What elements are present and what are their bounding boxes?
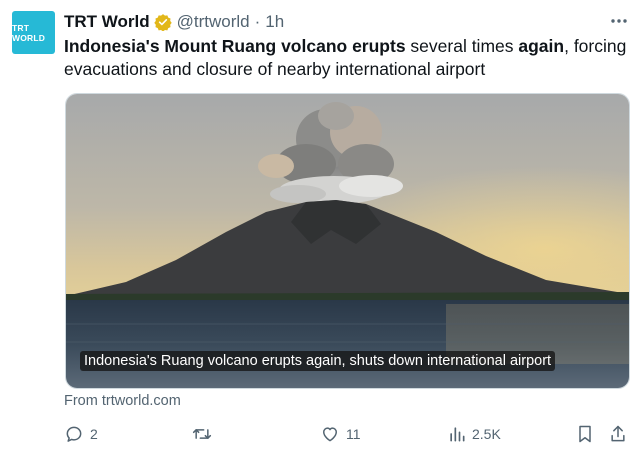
reply-icon (64, 424, 84, 444)
retweet-icon (191, 424, 213, 444)
bookmark-icon (576, 424, 594, 444)
media-card[interactable]: Indonesia's Ruang volcano erupts again, … (65, 93, 630, 389)
action-bar: 2 11 2.5K (64, 424, 630, 446)
bookmark-button[interactable] (576, 424, 594, 444)
more-options-icon[interactable] (610, 11, 628, 35)
volcano-photo (66, 94, 629, 388)
retweet-button[interactable] (191, 424, 219, 444)
analytics-icon (448, 424, 466, 444)
user-handle[interactable]: @trtworld (177, 12, 250, 32)
like-button[interactable]: 11 (320, 424, 361, 444)
timestamp[interactable]: 1h (265, 12, 284, 32)
link-source[interactable]: From trtworld.com (64, 393, 181, 409)
reply-count: 2 (90, 426, 98, 442)
tweet-text-plain-1: several times (405, 36, 519, 56)
tweet-text-bold-1: Indonesia's Mount Ruang volcano erupts (64, 36, 406, 56)
reply-button[interactable]: 2 (64, 424, 98, 444)
tweet-header: TRT World @trtworld · 1h (64, 11, 284, 33)
avatar-logo-text: TRT WORLD (12, 22, 46, 43)
tweet-text-bold-2: again (518, 36, 565, 56)
separator-dot: · (254, 12, 261, 31)
view-count: 2.5K (472, 426, 501, 442)
share-button[interactable] (609, 424, 627, 444)
display-name[interactable]: TRT World (64, 12, 150, 32)
share-icon (609, 424, 627, 444)
verified-badge-icon (153, 13, 172, 31)
views-button[interactable]: 2.5K (448, 424, 501, 444)
media-caption: Indonesia's Ruang volcano erupts again, … (80, 351, 556, 371)
heart-icon (320, 424, 340, 444)
tweet-text: Indonesia's Mount Ruang volcano erupts s… (64, 35, 630, 81)
like-count: 11 (346, 426, 361, 442)
avatar[interactable]: TRT WORLD (12, 11, 55, 54)
